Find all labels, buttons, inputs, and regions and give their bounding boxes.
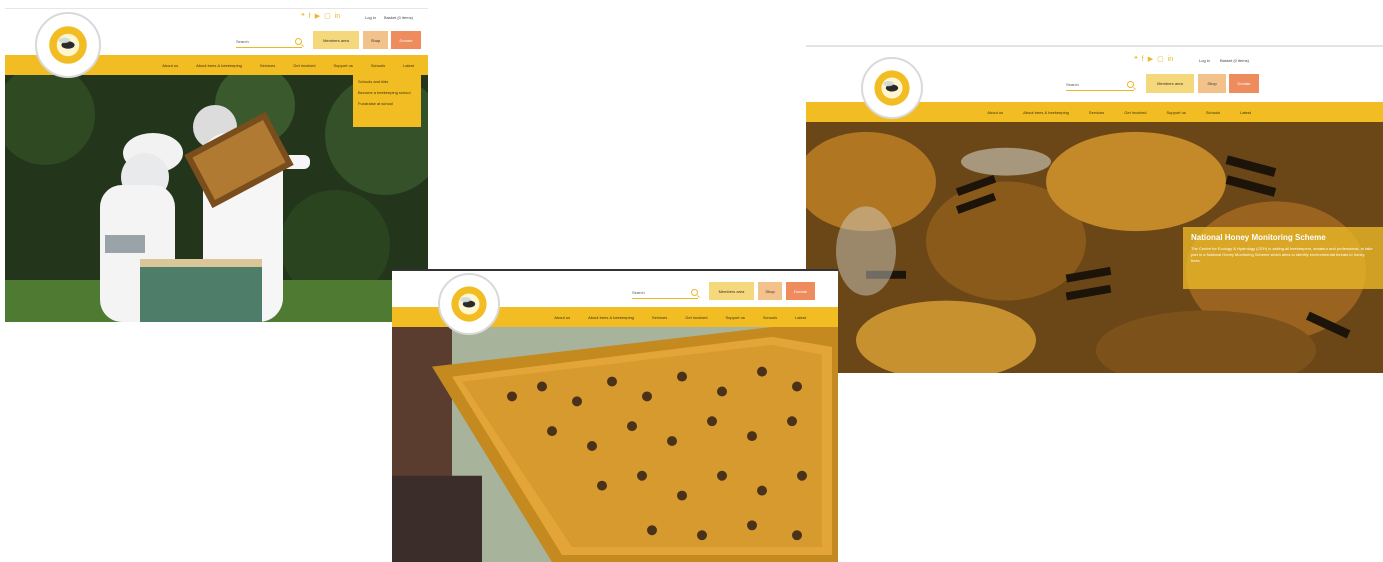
nav-get-involved[interactable]: Get involved xyxy=(1124,110,1146,115)
twitter-icon[interactable]: ❝ xyxy=(301,13,305,20)
facebook-icon[interactable]: f xyxy=(1142,56,1144,63)
login-link[interactable]: Log in xyxy=(365,15,376,20)
schools-dropdown: Schools and kids Become a beekeeping sch… xyxy=(353,75,421,127)
nav-get-involved[interactable]: Get involved xyxy=(293,63,315,68)
screenshot-honey-monitoring: ❝ f ▶ ▢ in Log in Basket (0 items) Searc… xyxy=(806,45,1383,373)
search-input[interactable]: Search xyxy=(632,287,698,299)
search-icon[interactable] xyxy=(691,289,698,296)
linkedin-icon[interactable]: in xyxy=(335,13,340,20)
dropdown-fundraise[interactable]: Fundraise at school xyxy=(358,101,416,106)
members-area-button[interactable]: Members area xyxy=(709,282,754,300)
hero-card: National Honey Monitoring Scheme The Cen… xyxy=(1183,227,1383,289)
search-icon[interactable] xyxy=(295,38,302,45)
shop-button[interactable]: Shop xyxy=(758,282,782,300)
search-input[interactable]: Search xyxy=(236,36,302,48)
social-links: ❝ f ▶ ▢ in xyxy=(301,13,340,20)
screenshot-honeycomb: Search Members area Shop Donate About us… xyxy=(392,269,838,562)
nav-about-us[interactable]: About us xyxy=(554,315,570,320)
nav-latest[interactable]: Latest xyxy=(403,63,414,68)
hero-photo-honeycomb xyxy=(392,327,838,562)
nav-about-bees[interactable]: About bees & beekeeping xyxy=(1023,110,1069,115)
bbka-logo[interactable] xyxy=(438,273,500,335)
nav-get-involved[interactable]: Get involved xyxy=(685,315,707,320)
shop-button[interactable]: Shop xyxy=(363,31,388,49)
bbka-logo[interactable] xyxy=(35,12,101,78)
search-placeholder: Search xyxy=(236,39,249,44)
nav-about-bees[interactable]: About bees & beekeeping xyxy=(196,63,242,68)
shop-button[interactable]: Shop xyxy=(1198,74,1226,93)
nav-support-us[interactable]: Support us xyxy=(726,315,745,320)
linkedin-icon[interactable]: in xyxy=(1168,56,1173,63)
facebook-icon[interactable]: f xyxy=(309,13,311,20)
nav-about-us[interactable]: About us xyxy=(162,63,178,68)
screenshot-beekeepers: ❝ f ▶ ▢ in Log in Basket (0 items) Searc… xyxy=(5,8,428,322)
nav-services[interactable]: Services xyxy=(260,63,275,68)
login-link[interactable]: Log in xyxy=(1199,58,1210,63)
social-links: ❝ f ▶ ▢ in xyxy=(1134,56,1173,63)
search-placeholder: Search xyxy=(1066,82,1079,87)
nav-latest[interactable]: Latest xyxy=(1240,110,1251,115)
instagram-icon[interactable]: ▢ xyxy=(324,13,331,20)
bbka-logo[interactable] xyxy=(861,57,923,119)
youtube-icon[interactable]: ▶ xyxy=(1148,56,1153,63)
nav-schools[interactable]: Schools xyxy=(763,315,777,320)
donate-button[interactable]: Donate xyxy=(1229,74,1259,93)
dropdown-become-school[interactable]: Become a beekeeping school xyxy=(358,90,416,95)
top-rule xyxy=(5,8,428,9)
search-icon[interactable] xyxy=(1127,81,1134,88)
nav-support-us[interactable]: Support us xyxy=(1167,110,1186,115)
basket-link[interactable]: Basket (0 items) xyxy=(1220,58,1249,63)
nav-latest[interactable]: Latest xyxy=(795,315,806,320)
nav-services[interactable]: Services xyxy=(1089,110,1104,115)
nav-schools[interactable]: Schools xyxy=(371,63,385,68)
dropdown-schools-and-kids[interactable]: Schools and kids xyxy=(358,79,416,84)
nav-about-us[interactable]: About us xyxy=(987,110,1003,115)
nav-services[interactable]: Services xyxy=(652,315,667,320)
basket-link[interactable]: Basket (0 items) xyxy=(384,15,413,20)
search-placeholder: Search xyxy=(632,290,645,295)
nav-about-bees[interactable]: About bees & beekeeping xyxy=(588,315,634,320)
hero-title[interactable]: National Honey Monitoring Scheme xyxy=(1191,233,1375,242)
donate-button[interactable]: Donate xyxy=(786,282,815,300)
search-input[interactable]: Search xyxy=(1066,79,1134,91)
hero-body: The Centre for Ecology & Hydrology (CEH)… xyxy=(1191,246,1373,263)
members-area-button[interactable]: Members area xyxy=(313,31,359,49)
nav-support-us[interactable]: Support us xyxy=(334,63,353,68)
nav-schools[interactable]: Schools xyxy=(1206,110,1220,115)
donate-button[interactable]: Donate xyxy=(391,31,421,49)
instagram-icon[interactable]: ▢ xyxy=(1157,56,1164,63)
members-area-button[interactable]: Members area xyxy=(1146,74,1194,93)
youtube-icon[interactable]: ▶ xyxy=(315,13,320,20)
twitter-icon[interactable]: ❝ xyxy=(1134,56,1138,63)
